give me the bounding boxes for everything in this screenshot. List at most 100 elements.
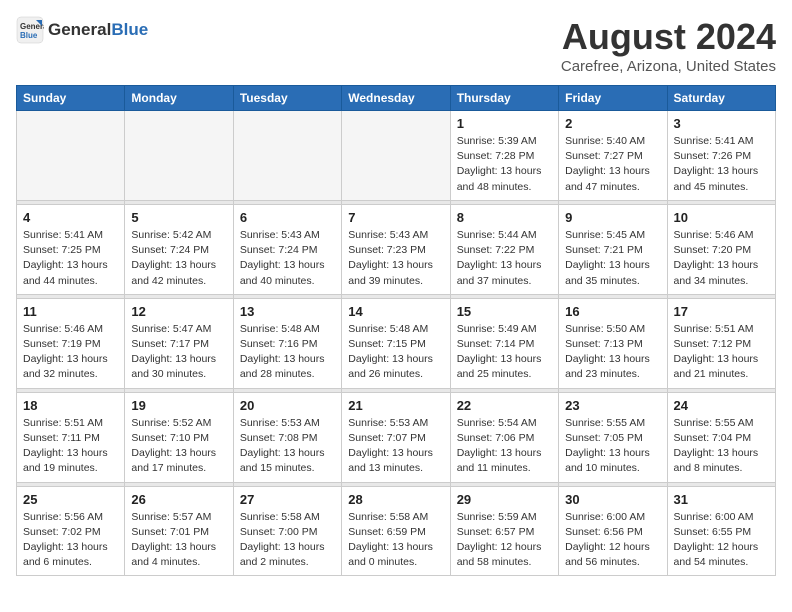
cell-info: Sunrise: 6:00 AM Sunset: 6:56 PM Dayligh… (565, 510, 660, 571)
calendar-cell: 7 Sunrise: 5:43 AM Sunset: 7:23 PM Daylig… (342, 204, 450, 294)
day-number: 12 (131, 304, 226, 319)
day-number: 16 (565, 304, 660, 319)
cell-info: Sunrise: 5:46 AM Sunset: 7:19 PM Dayligh… (23, 322, 118, 383)
weekday-header-monday: Monday (125, 86, 233, 111)
cell-info: Sunrise: 5:48 AM Sunset: 7:15 PM Dayligh… (348, 322, 443, 383)
calendar-cell: 2 Sunrise: 5:40 AM Sunset: 7:27 PM Daylig… (559, 111, 667, 201)
day-number: 1 (457, 116, 552, 131)
calendar-cell: 5 Sunrise: 5:42 AM Sunset: 7:24 PM Daylig… (125, 204, 233, 294)
calendar-cell: 29 Sunrise: 5:59 AM Sunset: 6:57 PM Dayli… (450, 486, 558, 576)
logo-blue: Blue (111, 20, 148, 39)
cell-info: Sunrise: 5:48 AM Sunset: 7:16 PM Dayligh… (240, 322, 335, 383)
day-number: 25 (23, 492, 118, 507)
day-number: 29 (457, 492, 552, 507)
calendar-cell: 25Sunrise: 5:56 AM Sunset: 7:02 PM Dayli… (17, 486, 125, 576)
calendar-cell: 19 Sunrise: 5:52 AM Sunset: 7:10 PM Dayli… (125, 392, 233, 482)
calendar-cell: 13Sunrise: 5:48 AM Sunset: 7:16 PM Dayli… (233, 298, 341, 388)
cell-info: Sunrise: 5:39 AM Sunset: 7:28 PM Dayligh… (457, 134, 552, 195)
calendar-cell: 20 Sunrise: 5:53 AM Sunset: 7:08 PM Dayli… (233, 392, 341, 482)
month-year-title: August 2024 (561, 16, 776, 58)
cell-info: Sunrise: 5:58 AM Sunset: 7:00 PM Dayligh… (240, 510, 335, 571)
cell-info: Sunrise: 5:55 AM Sunset: 7:05 PM Dayligh… (565, 416, 660, 477)
calendar-week-row: 4Sunrise: 5:41 AM Sunset: 7:25 PM Daylig… (17, 204, 776, 294)
weekday-header-tuesday: Tuesday (233, 86, 341, 111)
calendar-cell: 26Sunrise: 5:57 AM Sunset: 7:01 PM Dayli… (125, 486, 233, 576)
cell-info: Sunrise: 5:42 AM Sunset: 7:24 PM Dayligh… (131, 228, 226, 289)
day-number: 21 (348, 398, 443, 413)
cell-info: Sunrise: 5:54 AM Sunset: 7:06 PM Dayligh… (457, 416, 552, 477)
calendar-cell: 21 Sunrise: 5:53 AM Sunset: 7:07 PM Dayli… (342, 392, 450, 482)
calendar-cell: 4Sunrise: 5:41 AM Sunset: 7:25 PM Daylig… (17, 204, 125, 294)
day-number: 31 (674, 492, 769, 507)
calendar-cell: 12 Sunrise: 5:47 AM Sunset: 7:17 PM Dayli… (125, 298, 233, 388)
calendar-cell (125, 111, 233, 201)
day-number: 11 (23, 304, 118, 319)
cell-info: Sunrise: 5:46 AM Sunset: 7:20 PM Dayligh… (674, 228, 769, 289)
day-number: 10 (674, 210, 769, 225)
calendar-table: SundayMondayTuesdayWednesdayThursdayFrid… (16, 85, 776, 576)
cell-info: Sunrise: 5:43 AM Sunset: 7:24 PM Dayligh… (240, 228, 335, 289)
cell-info: Sunrise: 5:53 AM Sunset: 7:08 PM Dayligh… (240, 416, 335, 477)
calendar-cell (342, 111, 450, 201)
day-number: 28 (348, 492, 443, 507)
cell-info: Sunrise: 5:52 AM Sunset: 7:10 PM Dayligh… (131, 416, 226, 477)
cell-info: Sunrise: 5:50 AM Sunset: 7:13 PM Dayligh… (565, 322, 660, 383)
calendar-cell: 14 Sunrise: 5:48 AM Sunset: 7:15 PM Dayli… (342, 298, 450, 388)
day-number: 26 (131, 492, 226, 507)
day-number: 7 (348, 210, 443, 225)
cell-info: Sunrise: 5:53 AM Sunset: 7:07 PM Dayligh… (348, 416, 443, 477)
calendar-week-row: 18 Sunrise: 5:51 AM Sunset: 7:11 PM Dayli… (17, 392, 776, 482)
calendar-cell: 22 Sunrise: 5:54 AM Sunset: 7:06 PM Dayli… (450, 392, 558, 482)
logo-icon: General Blue (16, 16, 44, 44)
cell-info: Sunrise: 6:00 AM Sunset: 6:55 PM Dayligh… (674, 510, 769, 571)
calendar-cell: 16 Sunrise: 5:50 AM Sunset: 7:13 PM Dayli… (559, 298, 667, 388)
calendar-cell: 24 Sunrise: 5:55 AM Sunset: 7:04 PM Dayli… (667, 392, 775, 482)
calendar-cell: 15 Sunrise: 5:49 AM Sunset: 7:14 PM Dayli… (450, 298, 558, 388)
weekday-header-friday: Friday (559, 86, 667, 111)
cell-info: Sunrise: 5:40 AM Sunset: 7:27 PM Dayligh… (565, 134, 660, 195)
title-area: August 2024 Carefree, Arizona, United St… (561, 16, 776, 75)
logo-general: General (48, 20, 111, 39)
calendar-cell: 11 Sunrise: 5:46 AM Sunset: 7:19 PM Dayli… (17, 298, 125, 388)
day-number: 2 (565, 116, 660, 131)
day-number: 14 (348, 304, 443, 319)
cell-info: Sunrise: 5:43 AM Sunset: 7:23 PM Dayligh… (348, 228, 443, 289)
day-number: 15 (457, 304, 552, 319)
weekday-header-row: SundayMondayTuesdayWednesdayThursdayFrid… (17, 86, 776, 111)
day-number: 24 (674, 398, 769, 413)
cell-info: Sunrise: 5:59 AM Sunset: 6:57 PM Dayligh… (457, 510, 552, 571)
calendar-cell (17, 111, 125, 201)
cell-info: Sunrise: 5:41 AM Sunset: 7:25 PM Dayligh… (23, 228, 118, 289)
cell-info: Sunrise: 5:51 AM Sunset: 7:12 PM Dayligh… (674, 322, 769, 383)
logo: General Blue GeneralBlue (16, 16, 148, 44)
calendar-cell: 31 Sunrise: 6:00 AM Sunset: 6:55 PM Dayli… (667, 486, 775, 576)
calendar-cell: 10 Sunrise: 5:46 AM Sunset: 7:20 PM Dayli… (667, 204, 775, 294)
calendar-cell: 6 Sunrise: 5:43 AM Sunset: 7:24 PM Daylig… (233, 204, 341, 294)
cell-info: Sunrise: 5:51 AM Sunset: 7:11 PM Dayligh… (23, 416, 118, 477)
day-number: 19 (131, 398, 226, 413)
cell-info: Sunrise: 5:44 AM Sunset: 7:22 PM Dayligh… (457, 228, 552, 289)
calendar-cell: 17Sunrise: 5:51 AM Sunset: 7:12 PM Dayli… (667, 298, 775, 388)
calendar-week-row: 11 Sunrise: 5:46 AM Sunset: 7:19 PM Dayli… (17, 298, 776, 388)
weekday-header-wednesday: Wednesday (342, 86, 450, 111)
calendar-cell: 23Sunrise: 5:55 AM Sunset: 7:05 PM Dayli… (559, 392, 667, 482)
calendar-cell: 9Sunrise: 5:45 AM Sunset: 7:21 PM Daylig… (559, 204, 667, 294)
calendar-cell: 8Sunrise: 5:44 AM Sunset: 7:22 PM Daylig… (450, 204, 558, 294)
day-number: 20 (240, 398, 335, 413)
day-number: 3 (674, 116, 769, 131)
cell-info: Sunrise: 5:55 AM Sunset: 7:04 PM Dayligh… (674, 416, 769, 477)
cell-info: Sunrise: 5:49 AM Sunset: 7:14 PM Dayligh… (457, 322, 552, 383)
day-number: 5 (131, 210, 226, 225)
location-subtitle: Carefree, Arizona, United States (561, 58, 776, 75)
calendar-week-row: 25Sunrise: 5:56 AM Sunset: 7:02 PM Dayli… (17, 486, 776, 576)
page-header: General Blue GeneralBlue August 2024 Car… (16, 16, 776, 75)
cell-info: Sunrise: 5:41 AM Sunset: 7:26 PM Dayligh… (674, 134, 769, 195)
cell-info: Sunrise: 5:47 AM Sunset: 7:17 PM Dayligh… (131, 322, 226, 383)
calendar-cell: 30Sunrise: 6:00 AM Sunset: 6:56 PM Dayli… (559, 486, 667, 576)
day-number: 22 (457, 398, 552, 413)
day-number: 6 (240, 210, 335, 225)
day-number: 18 (23, 398, 118, 413)
calendar-cell: 18 Sunrise: 5:51 AM Sunset: 7:11 PM Dayli… (17, 392, 125, 482)
weekday-header-sunday: Sunday (17, 86, 125, 111)
calendar-cell: 1 Sunrise: 5:39 AM Sunset: 7:28 PM Daylig… (450, 111, 558, 201)
